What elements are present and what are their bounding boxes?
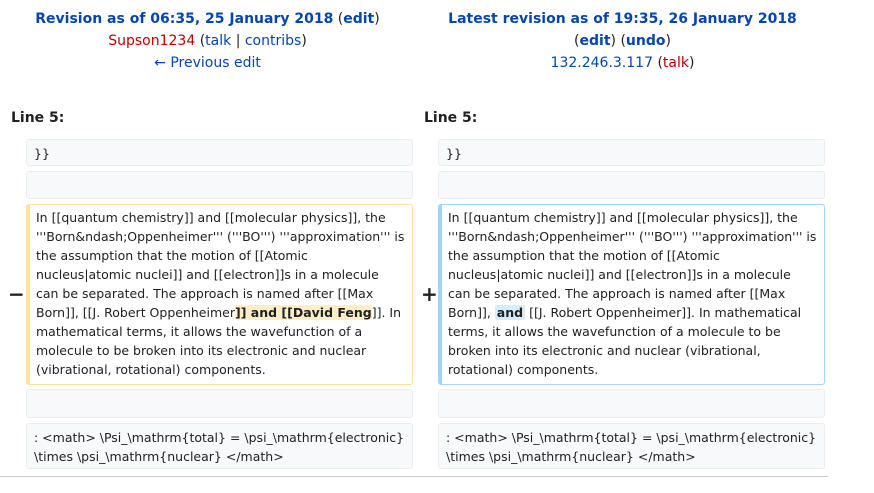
paren: ) (610, 33, 616, 49)
new-revision-header: Latest revision as of 19:35, 26 January … (415, 8, 830, 74)
context-math-left: : <math> \Psi_\mathrm{total} = \psi_\mat… (26, 423, 413, 469)
deleted-change-highlight: ]] and [[David Feng (234, 305, 372, 320)
line-number-right: Line 5: (424, 110, 478, 126)
addition-marker: + (421, 282, 438, 306)
deleted-line: In [[quantum chemistry]] and [[molecular… (26, 204, 413, 385)
old-revision-edit-link[interactable]: edit (343, 11, 374, 27)
context-empty-line-left-2 (26, 389, 413, 418)
new-revision-title-link[interactable]: Latest revision as of 19:35, 26 January … (448, 11, 797, 27)
old-revision-header: Revision as of 06:35, 25 January 2018 (e… (0, 8, 415, 74)
context-empty-line-right-2 (438, 389, 825, 418)
user-contribs-link[interactable]: contribs (245, 33, 301, 49)
ip-talk-link[interactable]: talk (663, 55, 689, 71)
diff-bottom-divider (0, 476, 828, 477)
deleted-text-before: In [[quantum chemistry]] and [[molecular… (36, 210, 405, 320)
paren: ) (665, 33, 671, 49)
paren: ) (374, 11, 380, 27)
line-number-left: Line 5: (11, 110, 65, 126)
user-talk-link[interactable]: talk (205, 33, 231, 49)
old-revision-title-link[interactable]: Revision as of 06:35, 25 January 2018 (35, 11, 333, 27)
new-revision-edit-link[interactable]: edit (580, 33, 611, 49)
user-link[interactable]: Supson1234 (108, 33, 195, 49)
paren: ) (688, 55, 695, 71)
ip-user-link[interactable]: 132.246.3.117 (551, 55, 653, 71)
undo-link[interactable]: undo (626, 33, 666, 49)
deletion-marker: − (8, 282, 25, 306)
previous-edit-link[interactable]: ← Previous edit (154, 55, 261, 71)
added-text-before: In [[quantum chemistry]] and [[molecular… (448, 210, 817, 320)
context-line-left: }} (26, 139, 413, 166)
context-line-right: }} (438, 139, 825, 166)
separator: | (235, 33, 241, 49)
context-empty-line-right (438, 171, 825, 199)
added-change-highlight: and (494, 305, 526, 320)
added-line: In [[quantum chemistry]] and [[molecular… (438, 204, 825, 385)
context-empty-line-left (26, 171, 413, 199)
paren: ) (301, 33, 307, 49)
context-math-right: : <math> \Psi_\mathrm{total} = \psi_\mat… (438, 423, 825, 469)
